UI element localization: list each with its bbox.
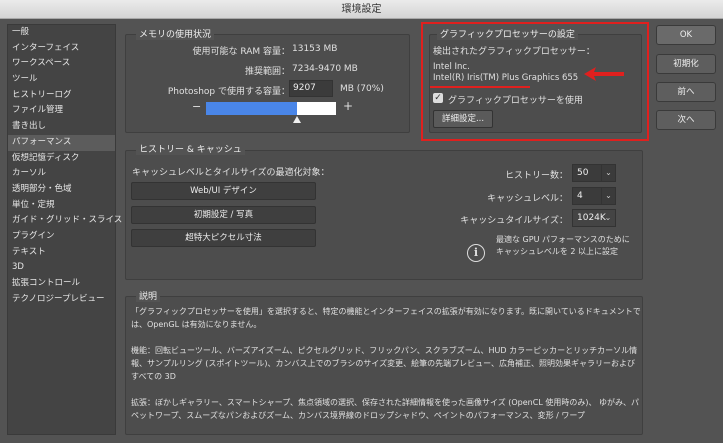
tile-size-label: キャッシュタイルサイズ： xyxy=(460,216,568,226)
window-title: 環境設定 xyxy=(341,4,382,15)
arrow-icon xyxy=(584,67,624,81)
sidebar-item[interactable]: カーソル xyxy=(8,166,115,182)
sidebar-item[interactable]: 透明部分・色域 xyxy=(8,182,115,198)
chevron-down-icon: ⌄ xyxy=(604,213,612,222)
decrease-button[interactable]: − xyxy=(192,100,201,113)
description-text: 「グラフィックプロセッサーを使用」を選択すると、特定の機能とインターフェイスの拡… xyxy=(131,305,641,422)
sidebar-item[interactable]: インターフェイス xyxy=(8,41,115,57)
memory-use-input[interactable]: 9207 xyxy=(289,80,333,97)
sidebar-item[interactable]: ワークスペース xyxy=(8,56,115,72)
description-p1: 「グラフィックプロセッサーを使用」を選択すると、特定の機能とインターフェイスの拡… xyxy=(131,307,641,329)
sidebar-item[interactable]: ガイド・グリッド・スライス xyxy=(8,213,122,229)
use-label: Photoshop で使用する容量： xyxy=(167,87,290,97)
sidebar: 一般 インターフェイス ワークスペース ツール ヒストリーログ ファイル管理 書き出し パフォ… xyxy=(7,24,122,435)
sidebar-item[interactable]: ツール xyxy=(8,72,115,88)
chevron-down-icon: ⌄ xyxy=(601,165,615,181)
range-value: 7234-9470 MB xyxy=(292,64,358,74)
info-icon: i xyxy=(467,244,485,262)
tile-size-select[interactable]: 1024K ⌄ xyxy=(572,209,616,227)
increase-button[interactable]: + xyxy=(343,99,353,113)
cache-levels-value: 4 xyxy=(577,191,583,201)
ok-button[interactable]: OK xyxy=(656,25,716,45)
reset-button[interactable]: 初期化 xyxy=(656,54,716,74)
use-unit: MB (70%) xyxy=(340,84,384,94)
default-photo-button[interactable]: 初期設定 / 写真 xyxy=(131,206,316,224)
history-states-select[interactable]: 50 ⌄ xyxy=(572,164,616,182)
sidebar-item[interactable]: 書き出し xyxy=(8,119,115,135)
sidebar-item[interactable]: ファイル管理 xyxy=(8,103,115,119)
sidebar-item[interactable]: 仮想記憶ディスク xyxy=(8,151,115,167)
description-title: 説明 xyxy=(136,289,161,302)
title-bar: 環境設定 xyxy=(0,0,723,19)
sidebar-item[interactable]: パフォーマンス xyxy=(8,134,115,151)
next-button[interactable]: 次へ xyxy=(656,110,716,130)
optimize-label: キャッシュレベルとタイルサイズの最適化対象： xyxy=(132,168,330,178)
memory-slider[interactable] xyxy=(206,102,336,115)
history-states-label: ヒストリー数： xyxy=(504,171,568,181)
ram-value: 13153 MB xyxy=(292,44,338,54)
sidebar-item[interactable]: 単位・定規 xyxy=(8,198,115,214)
sidebar-item[interactable]: テクノロジープレビュー xyxy=(8,292,115,308)
ram-label: 使用可能な RAM 容量： xyxy=(192,47,290,57)
cache-levels-label: キャッシュレベル： xyxy=(487,194,568,204)
info-text-2: キャッシュレベルを 2 以上に設定 xyxy=(496,247,619,256)
sidebar-item[interactable]: 3D xyxy=(8,260,115,276)
huge-pixel-button[interactable]: 超特大ピクセル寸法 xyxy=(131,229,316,247)
sidebar-item[interactable]: ヒストリーログ xyxy=(8,88,115,104)
description-p3: 拡張：ぼかしギャラリー、スマートシャープ、焦点領域の選択、保存された詳細情報を使… xyxy=(131,398,639,420)
info-text-1: 最適な GPU パフォーマンスのために xyxy=(496,235,630,244)
cache-levels-select[interactable]: 4 ⌄ xyxy=(572,187,616,205)
sidebar-item[interactable]: 拡張コントロール xyxy=(8,276,115,292)
history-states-value: 50 xyxy=(577,168,589,178)
sidebar-item[interactable]: テキスト xyxy=(8,245,115,261)
sidebar-item[interactable]: プラグイン xyxy=(8,229,115,245)
sidebar-item[interactable]: 一般 xyxy=(8,25,115,41)
prev-button[interactable]: 前へ xyxy=(656,82,716,102)
memory-title: メモリの使用状況 xyxy=(136,27,215,40)
range-label: 推奨範囲： xyxy=(244,67,290,77)
history-title: ヒストリー & キャッシュ xyxy=(136,142,245,155)
slider-handle[interactable] xyxy=(293,116,301,123)
chevron-down-icon: ⌄ xyxy=(601,188,615,204)
description-p2: 機能：回転ビューツール、バーズアイズーム、ピクセルグリッド、フリックパン、スクラ… xyxy=(131,346,638,381)
highlight-underline xyxy=(430,86,530,88)
web-ui-design-button[interactable]: Web/UI デザイン xyxy=(131,182,316,200)
